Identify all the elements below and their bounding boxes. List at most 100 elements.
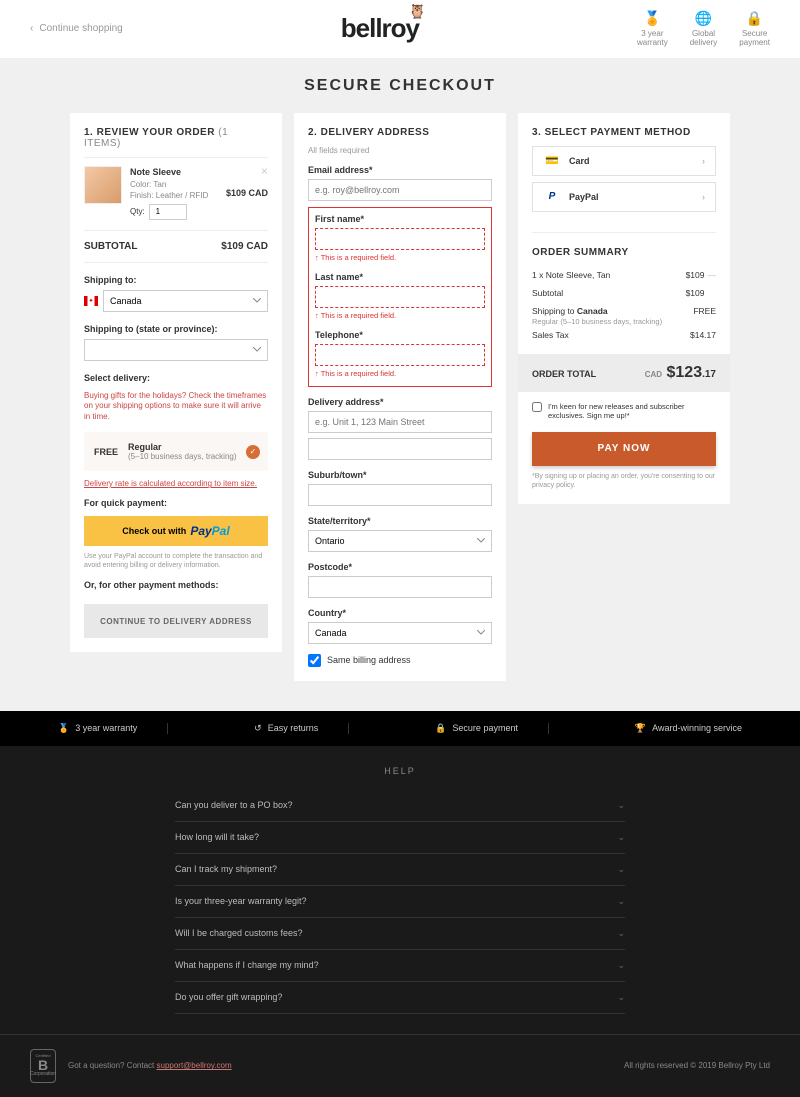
globe-icon: 🌐 [690,10,718,27]
shipping-state-label: Shipping to (state or province): [84,324,268,334]
product-name: Note Sleeve [130,166,218,179]
holiday-notice: Buying gifts for the holidays? Check the… [84,391,268,422]
support-text: Got a question? Contact [68,1061,157,1070]
summary-shipping-country: Canada [577,306,608,316]
last-name-error: ↑ This is a required field. [315,311,485,320]
chevron-right-icon: › [702,192,705,202]
faq-list: Can you deliver to a PO box?⌄ How long w… [175,790,625,1014]
chevron-right-icon: › [702,156,705,166]
trophy-icon: 🏆 [635,723,646,734]
review-order-panel: 1. REVIEW YOUR ORDER (1 ITEMS) Note Slee… [70,113,282,652]
item-price: $109 CAD [226,188,268,220]
selected-check-icon [246,445,260,459]
address-label: Delivery address* [308,397,492,407]
state-territory-select[interactable]: Ontario [308,530,492,552]
faq-item[interactable]: Can I track my shipment?⌄ [175,854,625,886]
subscribe-checkbox[interactable] [532,402,542,412]
first-name-error: ↑ This is a required field. [315,253,485,262]
paypal-disclaimer: Use your PayPal account to complete the … [84,552,268,570]
subtotal-label: SUBTOTAL [84,241,138,252]
shipping-to-label: Shipping to: [84,275,268,285]
footer-returns: ↺Easy returns [224,723,349,734]
quick-payment-label: For quick payment: [84,498,268,508]
global-delivery-badge: 🌐Globaldelivery [690,10,718,48]
suburb-label: Suburb/town* [308,470,492,480]
email-input[interactable] [308,179,492,201]
faq-item[interactable]: How long will it take?⌄ [175,822,625,854]
suburb-input[interactable] [308,484,492,506]
paypal-logo-icon: PayPal [190,524,229,538]
subscribe-label: I'm keen for new releases and subscriber… [548,402,716,420]
support-email-link[interactable]: support@bellroy.com [157,1061,232,1070]
telephone-input[interactable] [315,344,485,366]
subtotal-value: $109 CAD [221,241,268,252]
same-billing-label: Same billing address [327,655,411,665]
telephone-error: ↑ This is a required field. [315,369,485,378]
canada-flag-icon [84,296,98,306]
qty-select[interactable]: 1 [149,204,187,220]
select-delivery-label: Select delivery: [84,373,268,383]
summary-tax-label: Sales Tax [532,330,569,340]
same-billing-checkbox[interactable] [308,654,321,667]
order-total-label: ORDER TOTAL [532,369,596,379]
chevron-down-icon: ⌄ [617,832,625,843]
summary-item-value: $109 [686,270,705,280]
footer-secure: 🔒Secure payment [405,723,549,734]
summary-subtotal-value: $109 [686,288,705,298]
paypal-checkout-button[interactable]: Check out with PayPal [84,516,268,546]
review-title: 1. REVIEW YOUR ORDER (1 ITEMS) [84,127,268,149]
validation-error-group: First name* ↑ This is a required field. … [308,207,492,387]
footer-bottom: CertifiedBCorporation Got a question? Co… [0,1034,800,1097]
product-finish: Finish: Leather / RFID [130,190,218,201]
pay-now-button[interactable]: PAY NOW [532,432,716,466]
delivery-name: Regular [128,442,237,452]
address-input-2[interactable] [308,438,492,460]
continue-delivery-button[interactable]: CONTINUE TO DELIVERY ADDRESS [84,604,268,638]
refresh-icon: ↺ [254,723,262,734]
summary-shipping-sub: Regular (5–10 business days, tracking) [532,317,716,326]
medal-icon: 🏅 [58,723,69,734]
telephone-label: Telephone* [315,330,485,340]
delivery-address-panel: 2. DELIVERY ADDRESS All fields required … [294,113,506,681]
card-icon: 💳 [543,154,561,167]
chevron-down-icon: ⌄ [617,896,625,907]
state-select[interactable] [84,339,268,361]
other-payment-label: Or, for other payment methods: [84,580,268,590]
faq-item[interactable]: Will I be charged customs fees?⌄ [175,918,625,950]
card-option[interactable]: 💳 Card › [532,146,716,176]
faq-item[interactable]: Is your three-year warranty legit?⌄ [175,886,625,918]
summary-tax-value: $14.17 [690,330,716,340]
faq-item[interactable]: What happens if I change my mind?⌄ [175,950,625,982]
last-name-input[interactable] [315,286,485,308]
product-color: Color: Tan [130,179,218,190]
postcode-input[interactable] [308,576,492,598]
secure-payment-badge: 🔒Securepayment [739,10,770,48]
remove-item-icon[interactable]: × [261,164,268,178]
remove-summary-item[interactable]: — [708,270,717,280]
footer-award: 🏆Award-winning service [605,723,772,734]
payment-title: 3. SELECT PAYMENT METHOD [532,127,716,138]
continue-shopping-link[interactable]: ‹ Continue shopping [30,23,123,34]
delivery-price: FREE [94,447,118,457]
order-summary-title: ORDER SUMMARY [532,232,716,258]
order-total-value: CAD $123.17 [645,364,716,382]
header-badges: 🏅3 yearwarranty 🌐Globaldelivery 🔒Securep… [637,10,770,48]
chevron-down-icon: ⌄ [617,992,625,1003]
last-name-label: Last name* [315,272,485,282]
footer-warranty: 🏅3 year warranty [28,723,168,734]
owl-icon: 🦉 [409,3,425,20]
medal-icon: 🏅 [637,10,668,27]
first-name-input[interactable] [315,228,485,250]
paypal-option[interactable]: P PayPal › [532,182,716,212]
delivery-rate-link[interactable]: Delivery rate is calculated according to… [84,479,268,488]
delivery-option[interactable]: FREE Regular (5–10 business days, tracki… [84,432,268,471]
delivery-title: 2. DELIVERY ADDRESS [308,127,492,138]
faq-item[interactable]: Can you deliver to a PO box?⌄ [175,790,625,822]
chevron-down-icon: ⌄ [617,928,625,939]
faq-item[interactable]: Do you offer gift wrapping?⌄ [175,982,625,1014]
delivery-country-select[interactable]: Canada [308,622,492,644]
country-select[interactable]: Canada [103,290,268,312]
address-input-1[interactable] [308,411,492,433]
delivery-desc: (5–10 business days, tracking) [128,452,237,461]
delivery-country-label: Country* [308,608,492,618]
